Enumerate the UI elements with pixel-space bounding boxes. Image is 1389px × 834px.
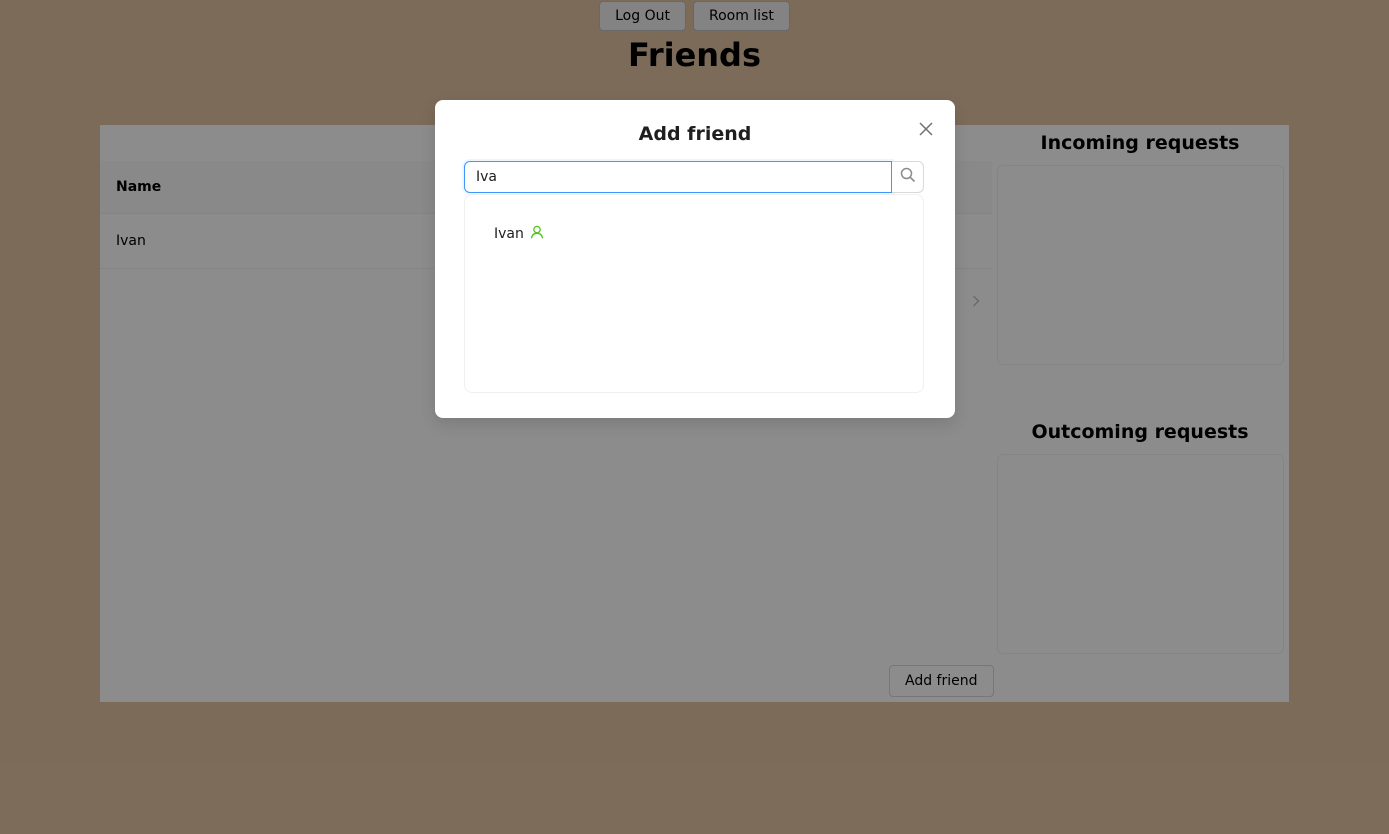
modal-title: Add friend xyxy=(638,123,752,145)
search-icon xyxy=(900,167,916,188)
search-input[interactable] xyxy=(464,161,893,193)
search-button[interactable] xyxy=(892,161,924,193)
user-icon[interactable] xyxy=(530,225,544,243)
list-item[interactable]: Ivan xyxy=(494,225,544,243)
close-icon[interactable] xyxy=(914,117,938,141)
result-name: Ivan xyxy=(494,226,524,242)
search-results: Ivan xyxy=(464,194,924,393)
search-group xyxy=(464,161,924,193)
add-friend-modal: Add friend Ivan xyxy=(435,100,955,418)
